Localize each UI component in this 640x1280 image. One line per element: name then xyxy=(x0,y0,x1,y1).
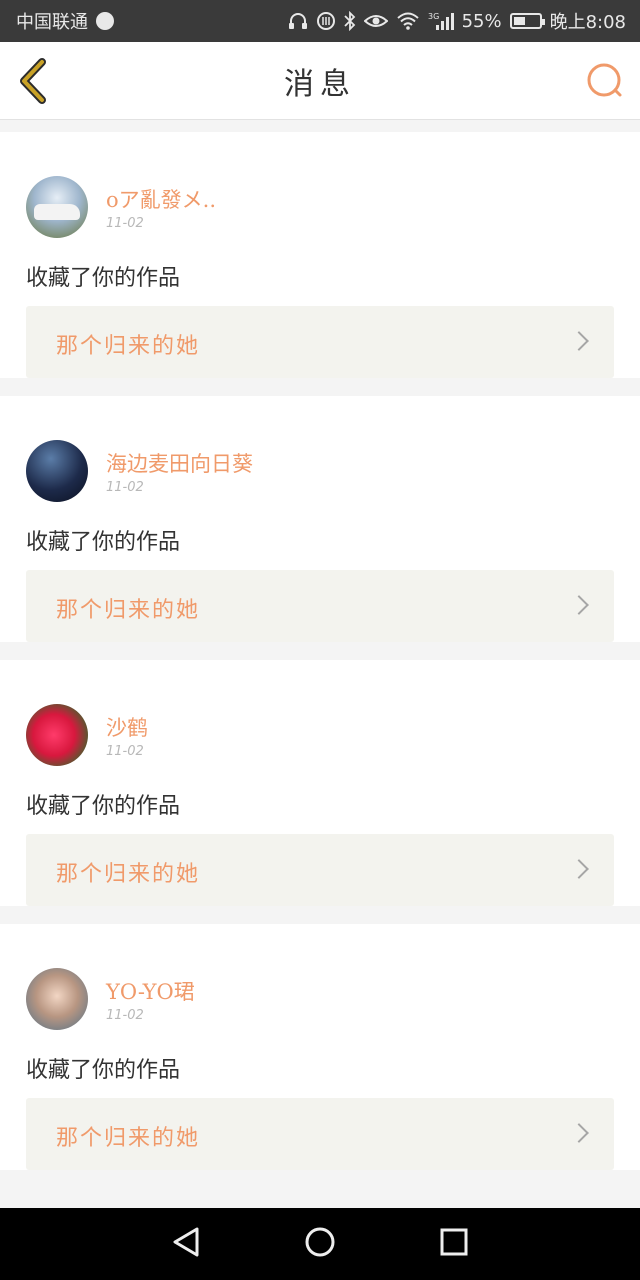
avatar[interactable] xyxy=(26,176,88,238)
notification-date: 11-02 xyxy=(106,1008,144,1023)
back-button[interactable] xyxy=(14,58,54,104)
action-text: 收藏了你的作品 xyxy=(26,794,181,819)
globe-icon xyxy=(96,12,114,30)
circle-home-icon xyxy=(305,1227,335,1257)
eye-icon xyxy=(363,13,388,29)
action-text: 收藏了你的作品 xyxy=(26,266,181,291)
status-left: 中国联通 xyxy=(16,8,114,34)
user-name-link[interactable]: YO-YO珺 xyxy=(106,976,195,1006)
work-title: 那个归来的她 xyxy=(56,334,201,359)
wifi-icon xyxy=(396,12,420,30)
status-right: 3G 55% 晚上8:08 xyxy=(288,8,626,34)
search-button[interactable] xyxy=(586,62,624,100)
square-recents-icon xyxy=(440,1228,468,1256)
avatar[interactable] xyxy=(26,440,88,502)
hd-call-icon xyxy=(316,11,336,31)
chevron-right-icon xyxy=(569,595,589,615)
back-chevron-icon xyxy=(20,58,46,104)
battery-fill xyxy=(513,17,525,25)
work-link[interactable]: 那个归来的她 xyxy=(26,570,614,642)
triangle-back-icon xyxy=(173,1227,199,1257)
battery-icon xyxy=(509,13,545,29)
bluetooth-icon xyxy=(343,11,356,31)
work-link[interactable]: 那个归来的她 xyxy=(26,306,614,378)
page-title: 消息 xyxy=(284,66,356,102)
notification-date: 11-02 xyxy=(106,744,144,759)
clock-label: 晚上8:08 xyxy=(549,12,626,33)
work-link[interactable]: 那个归来的她 xyxy=(26,1098,614,1170)
nav-home-button[interactable] xyxy=(304,1226,336,1262)
nav-back-button[interactable] xyxy=(171,1226,201,1262)
carrier-label: 中国联通 xyxy=(16,12,88,33)
header-bar: 消息 xyxy=(0,42,640,120)
network-type-label: 3G xyxy=(428,12,439,21)
user-name-link[interactable]: 海边麦田向日葵 xyxy=(106,448,253,478)
notification-date: 11-02 xyxy=(106,216,144,231)
user-name-link[interactable]: oア亂發メ.. xyxy=(106,184,216,214)
battery-percent: 55% xyxy=(461,10,502,32)
user-name-link[interactable]: 沙鹤 xyxy=(106,712,148,742)
notification-list: oア亂發メ.. 11-02 收藏了你的作品 那个归来的她 海边麦田向日葵 11-… xyxy=(0,132,640,1188)
status-bar: 中国联通 3G 55% 晚上8:08 xyxy=(0,0,640,42)
work-title: 那个归来的她 xyxy=(56,862,201,887)
avatar[interactable] xyxy=(26,968,88,1030)
chevron-right-icon xyxy=(569,859,589,879)
headset-icon xyxy=(288,12,308,30)
search-icon xyxy=(587,63,622,97)
signal-icon: 3G xyxy=(428,11,454,31)
chevron-right-icon xyxy=(569,331,589,351)
notification-card: YO-YO珺 11-02 收藏了你的作品 那个归来的她 xyxy=(0,924,640,1170)
avatar[interactable] xyxy=(26,704,88,766)
chevron-right-icon xyxy=(569,1123,589,1143)
action-text: 收藏了你的作品 xyxy=(26,530,181,555)
work-link[interactable]: 那个归来的她 xyxy=(26,834,614,906)
notification-card: 沙鹤 11-02 收藏了你的作品 那个归来的她 xyxy=(0,660,640,906)
work-title: 那个归来的她 xyxy=(56,598,201,623)
nav-recents-button[interactable] xyxy=(439,1227,469,1261)
work-title: 那个归来的她 xyxy=(56,1126,201,1151)
notification-date: 11-02 xyxy=(106,480,144,495)
notification-card: 海边麦田向日葵 11-02 收藏了你的作品 那个归来的她 xyxy=(0,396,640,642)
action-text: 收藏了你的作品 xyxy=(26,1058,181,1083)
notification-card: oア亂發メ.. 11-02 收藏了你的作品 那个归来的她 xyxy=(0,132,640,378)
system-nav-bar xyxy=(0,1208,640,1280)
